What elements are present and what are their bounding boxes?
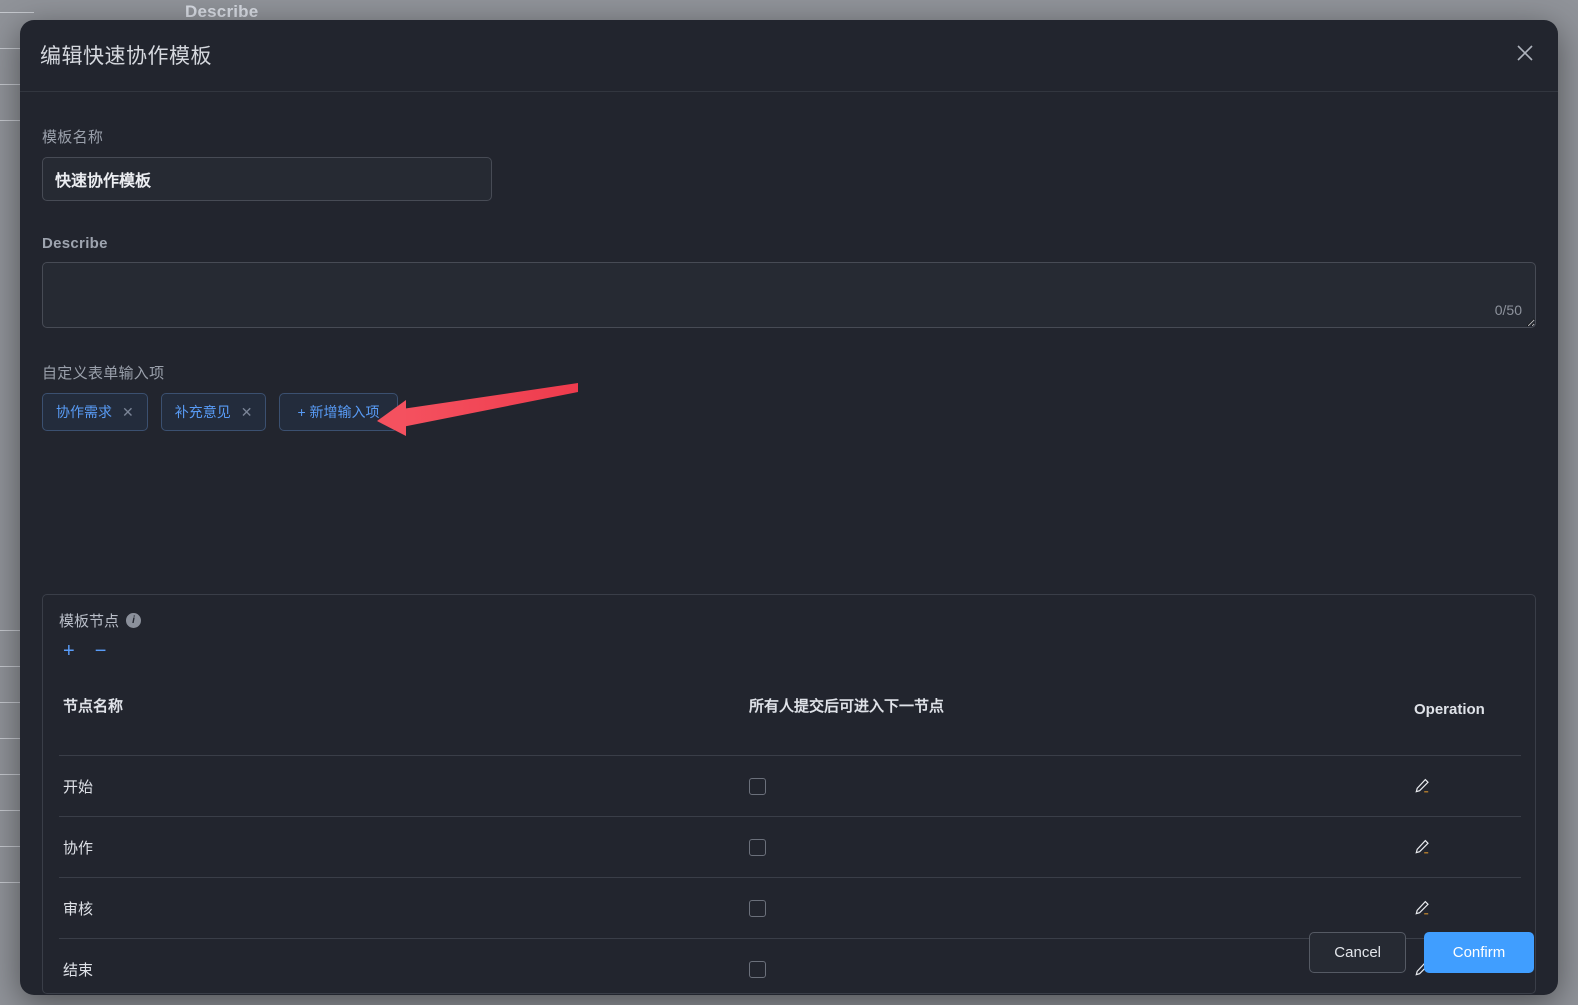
all-submit-checkbox[interactable] bbox=[749, 899, 766, 917]
minus-icon[interactable]: − bbox=[95, 641, 107, 661]
cancel-button[interactable]: Cancel bbox=[1309, 932, 1406, 973]
background-describe-label: Describe bbox=[185, 2, 259, 21]
describe-field-wrapper: 0/50 bbox=[42, 262, 1536, 328]
all-submit-checkbox[interactable] bbox=[749, 838, 766, 856]
add-input-item-button[interactable]: + 新增输入项 bbox=[279, 393, 398, 431]
form-item-chip[interactable]: 补充意见 ✕ bbox=[160, 393, 267, 431]
custom-form-items-label: 自定义表单输入项 bbox=[42, 365, 165, 382]
template-name-input[interactable] bbox=[42, 157, 492, 201]
template-nodes-title-text: 模板节点 bbox=[59, 613, 120, 630]
cell-operation bbox=[1414, 900, 1514, 916]
custom-form-items-row: 协作需求 ✕ 补充意见 ✕ + 新增输入项 bbox=[42, 393, 1536, 431]
column-header-all-submit: 所有人提交后可进入下一节点 bbox=[749, 698, 945, 715]
column-header-operation: Operation bbox=[1414, 701, 1485, 718]
cell-node-name: 协作 bbox=[63, 839, 94, 857]
cell-node-name: 开始 bbox=[63, 778, 94, 796]
chip-label: 补充意见 bbox=[174, 404, 231, 420]
node-toolbar: + − bbox=[63, 641, 106, 661]
table-row[interactable]: 协作 bbox=[59, 816, 1521, 877]
background-row-divider bbox=[0, 12, 34, 13]
close-icon[interactable] bbox=[1510, 38, 1540, 68]
form-item-chip[interactable]: 协作需求 ✕ bbox=[42, 393, 148, 431]
edit-pencil-icon[interactable] bbox=[1414, 900, 1430, 916]
close-icon[interactable]: ✕ bbox=[122, 405, 134, 419]
edit-pencil-icon[interactable] bbox=[1414, 778, 1430, 794]
modal-body: 模板名称 Describe 0/50 自定义表单输入项 协作需求 ✕ 补充意见 … bbox=[20, 126, 1558, 994]
modal-footer: Cancel Confirm bbox=[20, 920, 1558, 995]
cell-all-submit bbox=[749, 838, 1414, 856]
template-name-label: 模板名称 bbox=[42, 129, 104, 146]
column-header-node-name: 节点名称 bbox=[63, 698, 124, 715]
modal-header: 编辑快速协作模板 bbox=[20, 20, 1558, 92]
table-header-row: 节点名称 所有人提交后可进入下一节点 Operation bbox=[59, 685, 1521, 755]
info-icon[interactable]: i bbox=[126, 613, 142, 628]
template-nodes-title: 模板节点 i bbox=[59, 610, 142, 631]
close-icon[interactable]: ✕ bbox=[241, 405, 253, 419]
table-row[interactable]: 开始 bbox=[59, 755, 1521, 816]
cell-all-submit bbox=[749, 777, 1414, 795]
cell-operation bbox=[1414, 778, 1514, 794]
edit-template-modal: 编辑快速协作模板 模板名称 Describe 0/50 自定义表单输入项 协作需… bbox=[20, 20, 1558, 995]
edit-pencil-icon[interactable] bbox=[1414, 839, 1430, 855]
plus-icon[interactable]: + bbox=[63, 641, 75, 661]
describe-textarea[interactable] bbox=[42, 262, 1536, 328]
describe-label: Describe bbox=[42, 235, 108, 252]
cell-node-name: 审核 bbox=[63, 900, 94, 918]
confirm-button[interactable]: Confirm bbox=[1424, 932, 1534, 973]
chip-label: 协作需求 bbox=[56, 404, 112, 420]
cell-operation bbox=[1414, 839, 1514, 855]
cell-all-submit bbox=[749, 899, 1414, 917]
page-title: 编辑快速协作模板 bbox=[40, 45, 212, 68]
all-submit-checkbox[interactable] bbox=[749, 777, 766, 795]
